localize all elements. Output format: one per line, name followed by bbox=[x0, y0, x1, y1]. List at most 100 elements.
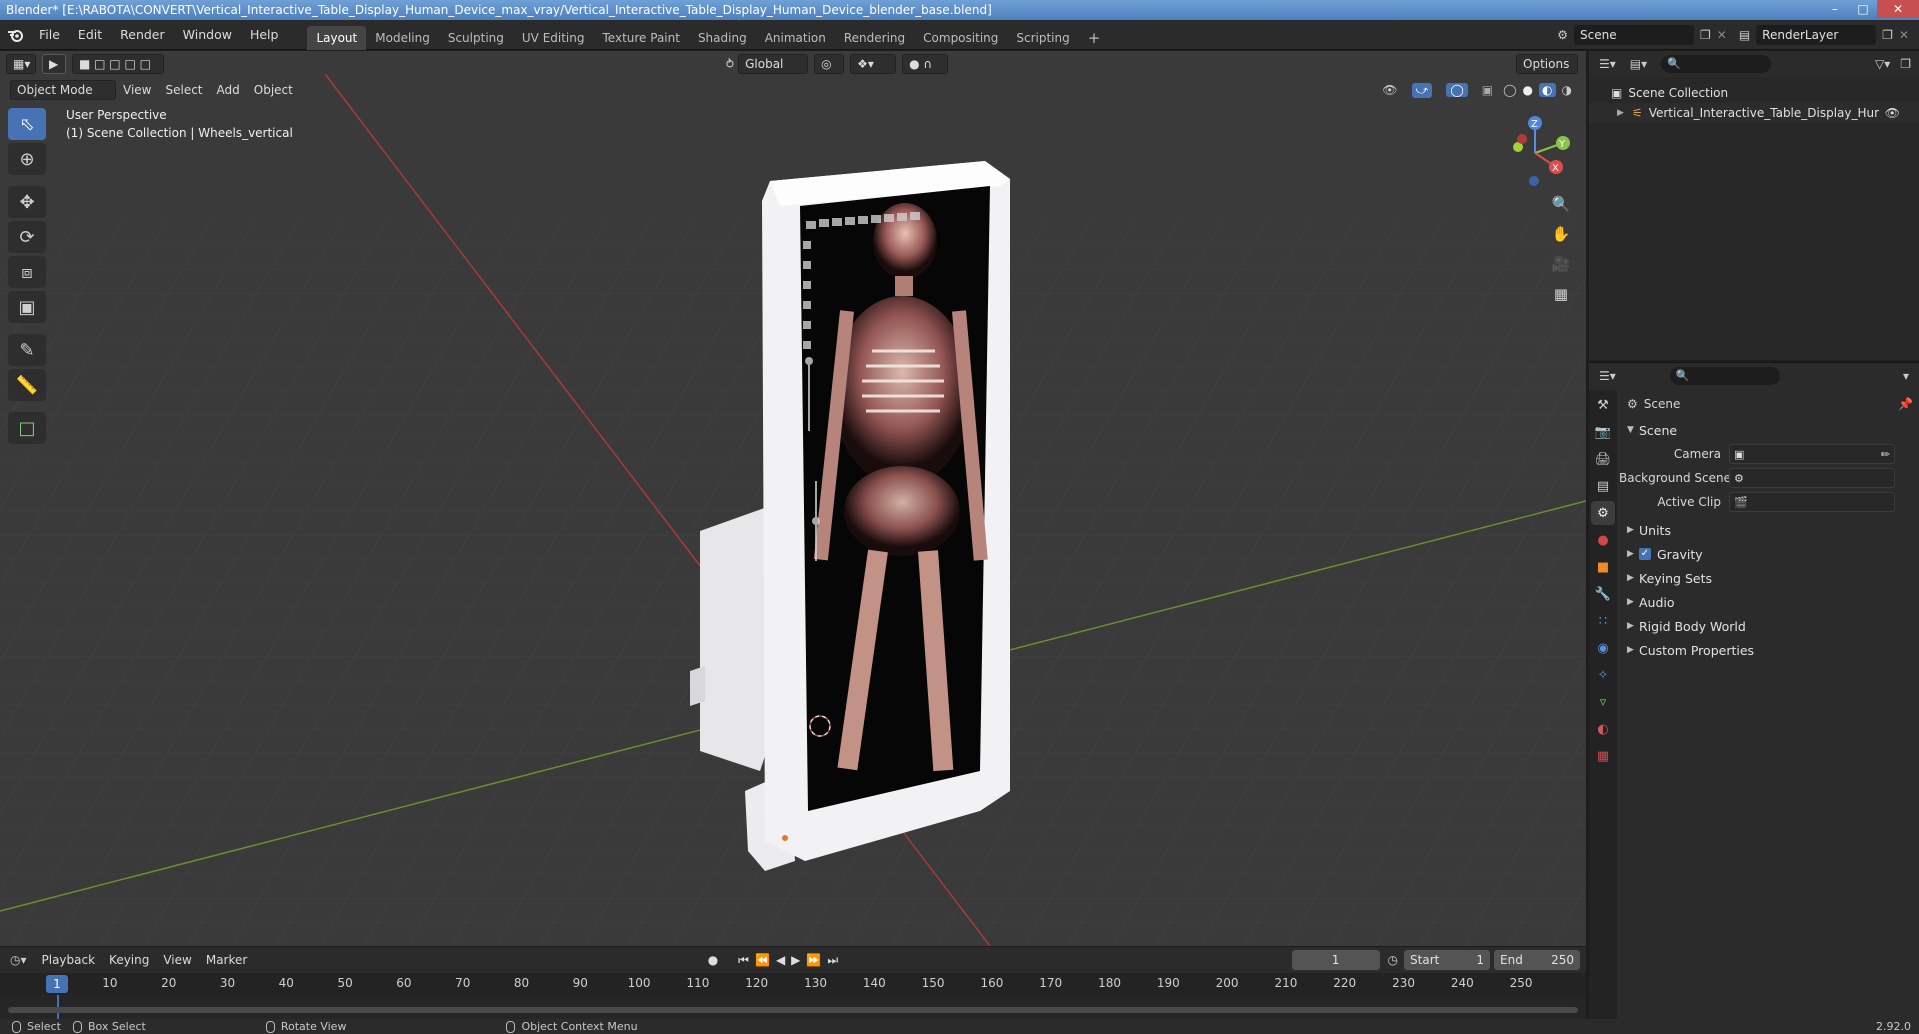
shading-material-icon[interactable]: ◐ bbox=[1539, 83, 1556, 97]
output-tab-icon[interactable]: 🖨 bbox=[1591, 447, 1615, 471]
outliner-filter-icon[interactable]: ▽▾ bbox=[1875, 57, 1890, 71]
menu-window[interactable]: Window bbox=[174, 20, 241, 50]
properties-options-icon[interactable]: ▾ bbox=[1903, 369, 1909, 383]
select-tool-button[interactable]: ▶ bbox=[42, 54, 66, 74]
active-clip-field[interactable]: 🎬 bbox=[1729, 492, 1895, 512]
rotate-tool[interactable]: ⟳ bbox=[8, 221, 46, 253]
new-scene-icon[interactable]: ❐ bbox=[1700, 28, 1711, 42]
visibility-icon[interactable]: 👁 bbox=[1382, 83, 1397, 97]
view-layer-tab-icon[interactable]: ▤ bbox=[1591, 474, 1615, 498]
play-icon[interactable]: ▶ bbox=[791, 953, 800, 967]
camera-field[interactable]: ▣ ✏ bbox=[1729, 444, 1895, 464]
panel-custom-properties[interactable]: ▶ Custom Properties bbox=[1619, 638, 1919, 662]
tool-tab-icon[interactable]: ⚒ bbox=[1591, 393, 1615, 417]
shading-rendered-icon[interactable]: ◑ bbox=[1562, 83, 1572, 97]
timeline-scrollbar[interactable] bbox=[8, 1007, 1578, 1013]
shading-solid-icon[interactable]: ● bbox=[1523, 83, 1533, 97]
expand-arrow-icon[interactable]: ▶ bbox=[1617, 108, 1624, 118]
panel-scene-header[interactable]: ▼ Scene bbox=[1619, 418, 1919, 442]
play-reverse-icon[interactable]: ◀ bbox=[776, 953, 785, 967]
menu-render[interactable]: Render bbox=[111, 20, 174, 50]
outliner-search-input[interactable]: 🔍 bbox=[1661, 55, 1772, 73]
new-collection-icon[interactable]: ❐ bbox=[1900, 57, 1911, 71]
remove-scene-icon[interactable]: ✕ bbox=[1717, 28, 1727, 42]
scene-tab-icon[interactable]: ⚙ bbox=[1591, 501, 1615, 525]
properties-editor-type-icon[interactable]: ☰▾ bbox=[1599, 369, 1616, 383]
material-tab-icon[interactable]: ◐ bbox=[1591, 717, 1615, 741]
new-view-layer-icon[interactable]: ❐ bbox=[1882, 28, 1893, 42]
timeline-editor-type-icon[interactable]: ◷▾ bbox=[10, 953, 27, 967]
pivot-point-dropdown[interactable]: ◎ bbox=[814, 54, 845, 74]
timeline-menu-marker[interactable]: Marker bbox=[199, 953, 254, 967]
render-tab-icon[interactable]: 📷 bbox=[1591, 420, 1615, 444]
timeline-menu-view[interactable]: View bbox=[156, 953, 198, 967]
select-box-tool[interactable]: ⬁ bbox=[8, 108, 46, 140]
tab-sculpting[interactable]: Sculpting bbox=[439, 26, 513, 50]
record-icon[interactable]: ● bbox=[708, 953, 718, 967]
measure-tool[interactable]: 📏 bbox=[8, 369, 46, 401]
remove-view-layer-icon[interactable]: ✕ bbox=[1899, 28, 1909, 42]
add-cube-tool[interactable]: □ bbox=[8, 412, 46, 444]
tab-uv-editing[interactable]: UV Editing bbox=[513, 26, 594, 50]
end-frame-field[interactable]: End 250 bbox=[1494, 950, 1581, 970]
gravity-checkbox[interactable]: ✓ bbox=[1639, 548, 1651, 560]
panel-audio[interactable]: ▶ Audio bbox=[1619, 590, 1919, 614]
tab-rendering[interactable]: Rendering bbox=[835, 26, 914, 50]
blender-logo-icon[interactable] bbox=[0, 28, 30, 42]
eye-icon[interactable]: 👁 bbox=[1885, 106, 1900, 120]
timeline-ruler[interactable]: 1 11020304050607080901001101201301401501… bbox=[0, 973, 1586, 995]
editor-type-button[interactable]: ▦▾ bbox=[6, 54, 36, 74]
shading-wireframe-icon[interactable]: ◯ bbox=[1503, 83, 1516, 97]
panel-rigid-body-world[interactable]: ▶ Rigid Body World bbox=[1619, 614, 1919, 638]
scale-tool[interactable]: ⧈ bbox=[8, 256, 46, 288]
jump-prev-keyframe-icon[interactable]: ⏪ bbox=[755, 953, 770, 967]
annotate-tool[interactable]: ✎ bbox=[8, 334, 46, 366]
scene-name-field[interactable]: Scene bbox=[1574, 24, 1694, 45]
panel-gravity[interactable]: ▶ ✓ Gravity bbox=[1619, 542, 1919, 566]
add-workspace-button[interactable]: + bbox=[1079, 26, 1110, 50]
background-scene-field[interactable]: ⚙ bbox=[1729, 468, 1895, 488]
tab-shading[interactable]: Shading bbox=[689, 26, 756, 50]
tab-texture-paint[interactable]: Texture Paint bbox=[594, 26, 689, 50]
xray-toggle-icon[interactable]: ▣ bbox=[1482, 83, 1493, 97]
cursor-tool[interactable]: ⊕ bbox=[8, 143, 46, 175]
transform-tool[interactable]: ▣ bbox=[8, 291, 46, 323]
particles-tab-icon[interactable]: ∷ bbox=[1591, 609, 1615, 633]
scene-icon[interactable]: ⚙ bbox=[1557, 28, 1568, 42]
physics-tab-icon[interactable]: ◉ bbox=[1591, 636, 1615, 660]
jump-next-keyframe-icon[interactable]: ⏩ bbox=[806, 953, 821, 967]
timeline-menu-playback[interactable]: Playback bbox=[35, 953, 103, 967]
tab-compositing[interactable]: Compositing bbox=[914, 26, 1007, 50]
texture-tab-icon[interactable]: ▦ bbox=[1591, 744, 1615, 768]
outliner-row-object[interactable]: ▶ ⚟ Vertical_Interactive_Table_Display_H… bbox=[1589, 103, 1919, 123]
close-window-button[interactable]: ✕ bbox=[1877, 0, 1919, 18]
menu-help[interactable]: Help bbox=[241, 20, 288, 50]
panel-keying-sets[interactable]: ▶ Keying Sets bbox=[1619, 566, 1919, 590]
3d-viewport[interactable]: ▦▾ ▶ ■ □ □ □ □ ⥁ Global ◎ ❖▾ ● ∩ Options… bbox=[0, 51, 1586, 946]
tab-layout[interactable]: Layout bbox=[307, 25, 367, 50]
constraints-tab-icon[interactable]: ✧ bbox=[1591, 663, 1615, 687]
jump-start-icon[interactable]: ⏮ bbox=[738, 953, 749, 968]
modifier-tab-icon[interactable]: 🔧 bbox=[1591, 582, 1615, 606]
viewport-menu-view[interactable]: View bbox=[116, 83, 158, 97]
object-tab-icon[interactable]: ■ bbox=[1591, 555, 1615, 579]
move-tool[interactable]: ✥ bbox=[8, 186, 46, 218]
world-tab-icon[interactable]: ● bbox=[1591, 528, 1615, 552]
current-frame-indicator[interactable]: 1 bbox=[46, 975, 68, 993]
minimize-button[interactable]: – bbox=[1821, 0, 1849, 18]
gizmo-toggle-icon[interactable]: ⤻ bbox=[1411, 82, 1433, 98]
view-layer-field[interactable]: RenderLayer bbox=[1756, 24, 1877, 45]
transform-orientation-dropdown[interactable]: Global bbox=[738, 54, 809, 74]
snap-toggle[interactable]: ❖▾ bbox=[850, 54, 897, 74]
menu-file[interactable]: File bbox=[30, 20, 69, 50]
navigation-gizmo[interactable]: Z Y X bbox=[1500, 111, 1570, 187]
zoom-icon[interactable]: 🔍 bbox=[1548, 191, 1574, 217]
data-tab-icon[interactable]: ▿ bbox=[1591, 690, 1615, 714]
start-frame-field[interactable]: Start 1 bbox=[1404, 950, 1491, 970]
pin-icon[interactable]: 📌 bbox=[1898, 397, 1913, 411]
timeline-menu-keying[interactable]: Keying bbox=[102, 953, 156, 967]
overlay-toggle-icon[interactable]: ◯ bbox=[1446, 83, 1468, 97]
viewport-menu-object[interactable]: Object bbox=[247, 83, 300, 97]
menu-edit[interactable]: Edit bbox=[69, 20, 111, 50]
eyedropper-icon[interactable]: ✏ bbox=[1881, 448, 1890, 461]
